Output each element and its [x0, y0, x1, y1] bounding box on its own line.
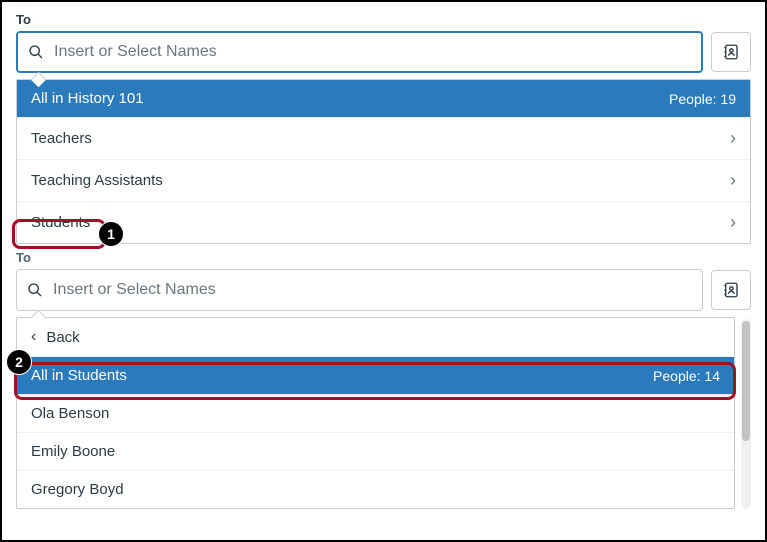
dropdown-item-label: Back [46, 329, 79, 346]
dropdown-item-teachers[interactable]: Teachers › [17, 118, 750, 160]
dropdown-item-all-course[interactable]: All in History 101 People: 19 [17, 80, 750, 118]
chevron-left-icon: ‹ [31, 328, 36, 346]
scrollbar-thumb[interactable] [742, 321, 750, 441]
people-count: People: 19 [669, 91, 736, 107]
dropdown-item-label: Students [31, 214, 90, 231]
search-icon [27, 282, 43, 298]
chevron-right-icon: › [730, 128, 736, 149]
search-icon [28, 44, 44, 60]
recipient-section-2: To ‹ Back [2, 244, 765, 509]
dropdown-item-person[interactable]: Gregory Boyd [17, 471, 734, 508]
dropdown-item-label: Teaching Assistants [31, 172, 163, 189]
scrollbar[interactable] [741, 319, 751, 509]
chevron-right-icon: › [730, 170, 736, 191]
annotation-badge-2: 2 [6, 349, 32, 375]
recipient-search-input[interactable] [44, 42, 691, 62]
recipient-search-input[interactable] [43, 280, 692, 300]
dropdown-item-teaching-assistants[interactable]: Teaching Assistants › [17, 160, 750, 202]
dropdown-item-students[interactable]: Students › [17, 202, 750, 243]
address-book-icon [722, 281, 740, 299]
dropdown-item-person[interactable]: Ola Benson [17, 395, 734, 433]
dropdown-item-label: Emily Boone [31, 443, 115, 460]
address-book-button[interactable] [711, 270, 751, 310]
dropdown-item-label: Ola Benson [31, 405, 109, 422]
dropdown-item-label: All in History 101 [31, 90, 144, 107]
address-book-icon [722, 43, 740, 61]
address-book-button[interactable] [711, 32, 751, 72]
dropdown-item-label: Gregory Boyd [31, 481, 124, 498]
recipient-dropdown: All in History 101 People: 19 Teachers ›… [16, 79, 751, 244]
dropdown-item-all-students[interactable]: All in Students People: 14 [17, 357, 734, 395]
search-row [16, 269, 751, 311]
people-count: People: 14 [653, 368, 720, 384]
to-label: To [16, 12, 751, 27]
search-field-wrapper[interactable] [16, 269, 703, 311]
search-row [16, 31, 751, 73]
annotation-badge-1: 1 [98, 221, 124, 247]
recipient-section-1: To All in History 101 People: 19 Teache [2, 2, 765, 244]
dropdown-item-label: All in Students [31, 367, 127, 384]
dropdown-scroll-area: ‹ Back All in Students People: 14 Ola Be… [16, 317, 751, 509]
chevron-right-icon: › [730, 212, 736, 233]
to-label: To [16, 250, 751, 265]
recipient-dropdown: ‹ Back All in Students People: 14 Ola Be… [16, 317, 735, 509]
dropdown-item-label: Teachers [31, 130, 92, 147]
dropdown-item-person[interactable]: Emily Boone [17, 433, 734, 471]
search-field-wrapper[interactable] [16, 31, 703, 73]
dropdown-item-back[interactable]: ‹ Back [17, 318, 734, 357]
